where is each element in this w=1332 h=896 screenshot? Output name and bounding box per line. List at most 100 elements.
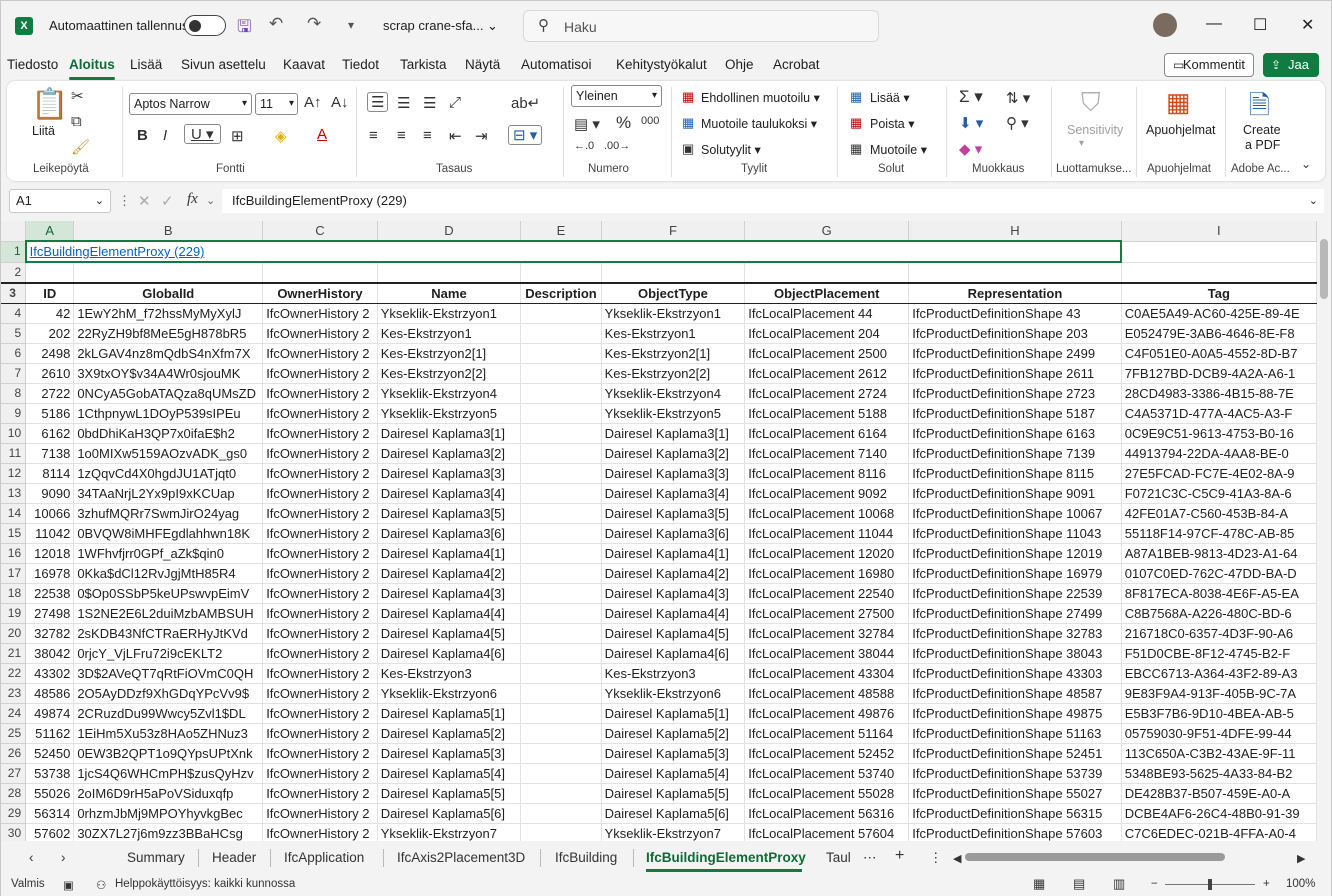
- cell[interactable]: Dairesel Kaplama3[6]: [601, 523, 746, 544]
- cell[interactable]: Kes-Ekstrzyon1: [601, 323, 746, 344]
- sort-filter-icon[interactable]: ⇅ ▾: [1006, 89, 1030, 107]
- cell[interactable]: Dairesel Kaplama4[4]: [377, 603, 522, 624]
- cell[interactable]: IfcProductDefinitionShape 2499: [908, 343, 1122, 364]
- cell[interactable]: 22538: [25, 583, 75, 604]
- cell[interactable]: IfcOwnerHistory 2: [262, 463, 378, 484]
- align-top-icon[interactable]: ☰: [367, 92, 389, 112]
- cell[interactable]: Dairesel Kaplama4[5]: [601, 623, 746, 644]
- format-as-table-button[interactable]: Muotoile taulukoksi ▾: [701, 116, 817, 131]
- cell[interactable]: Dairesel Kaplama4[3]: [377, 583, 522, 604]
- save-icon[interactable]: 🖫: [237, 14, 251, 43]
- row-header[interactable]: 26: [1, 743, 27, 764]
- cell[interactable]: Ykseklik-Ekstrzyon7: [601, 823, 746, 841]
- cell[interactable]: 2oIM6D9rH5aPoVSiduxqfp: [73, 783, 264, 804]
- cell[interactable]: [520, 723, 602, 744]
- cell[interactable]: Dairesel Kaplama4[3]: [601, 583, 746, 604]
- cell[interactable]: [744, 262, 910, 283]
- column-header[interactable]: C: [262, 221, 378, 242]
- menu-ohje[interactable]: Ohje: [725, 57, 754, 72]
- cell[interactable]: 0bdDhiKaH3QP7x0ifaE$h2: [73, 423, 264, 444]
- increase-font-icon[interactable]: A↑: [304, 94, 322, 111]
- cell[interactable]: Ykseklik-Ekstrzyon1: [601, 303, 746, 324]
- row-header[interactable]: 17: [1, 563, 27, 584]
- row-header[interactable]: 20: [1, 623, 27, 644]
- addins-icon[interactable]: ▦: [1166, 87, 1191, 118]
- sheet-tab-ifcapplication[interactable]: IfcApplication: [284, 850, 364, 865]
- font-name-select[interactable]: Aptos Narrow ▾: [129, 93, 252, 115]
- cell[interactable]: 9E83F9A4-913F-405B-9C-7A: [1121, 683, 1317, 704]
- cell[interactable]: IfcProductDefinitionShape 52451: [908, 743, 1122, 764]
- cell[interactable]: Ykseklik-Ekstrzyon5: [377, 403, 522, 424]
- menu-kehitystyokalut[interactable]: Kehitystyökalut: [616, 57, 707, 72]
- cell[interactable]: IfcLocalPlacement 11044: [744, 523, 910, 544]
- row-header[interactable]: 13: [1, 483, 27, 504]
- sheet-options-icon[interactable]: ⋮: [929, 850, 943, 866]
- cell[interactable]: IfcProductDefinitionShape 11043: [908, 523, 1122, 544]
- cell[interactable]: Dairesel Kaplama5[4]: [377, 763, 522, 784]
- file-name[interactable]: scrap crane-sfa... ⌄: [383, 18, 498, 34]
- cell[interactable]: Ykseklik-Ekstrzyon7: [377, 823, 522, 841]
- menu-tiedot[interactable]: Tiedot: [342, 57, 379, 72]
- borders-icon[interactable]: ⊞: [231, 127, 244, 145]
- cell[interactable]: 3D$2AVeQT7qRtFiOVmC0QH: [73, 663, 264, 684]
- cell[interactable]: 34TAaNrjL2Yx9pI9xKCUap: [73, 483, 264, 504]
- italic-icon[interactable]: I: [163, 127, 167, 144]
- format-painter-icon[interactable]: 🖌: [71, 138, 90, 156]
- conditional-format-icon[interactable]: ▦: [682, 89, 694, 105]
- row-header[interactable]: 10: [1, 423, 27, 444]
- cell[interactable]: IfcProductDefinitionShape 6163: [908, 423, 1122, 444]
- cell[interactable]: 16978: [25, 563, 75, 584]
- column-header[interactable]: I: [1121, 221, 1317, 242]
- cell[interactable]: 55026: [25, 783, 75, 804]
- maximize-icon[interactable]: ☐: [1253, 15, 1267, 35]
- page-layout-icon[interactable]: ▤: [1073, 876, 1085, 892]
- cell[interactable]: [520, 343, 602, 364]
- cell[interactable]: Dairesel Kaplama3[5]: [377, 503, 522, 524]
- share-button[interactable]: ⇪ Jaa: [1263, 53, 1319, 77]
- underline-icon[interactable]: U ▾: [184, 124, 221, 144]
- format-table-icon[interactable]: ▦: [682, 115, 694, 131]
- cell[interactable]: [520, 763, 602, 784]
- row-header[interactable]: 4: [1, 303, 27, 324]
- cell[interactable]: [73, 262, 264, 283]
- clear-icon[interactable]: ◆ ▾: [959, 140, 982, 158]
- cell[interactable]: [520, 823, 602, 841]
- insert-function-icon[interactable]: fx: [187, 191, 198, 208]
- cell[interactable]: 12018: [25, 543, 75, 564]
- cell[interactable]: 0rjcY_VjLFru72i9cEKLT2: [73, 643, 264, 664]
- cell[interactable]: IfcProductDefinitionShape 12019: [908, 543, 1122, 564]
- cell[interactable]: IfcLocalPlacement 55028: [744, 783, 910, 804]
- cell[interactable]: IfcProductDefinitionShape 51163: [908, 723, 1122, 744]
- cell[interactable]: 27498: [25, 603, 75, 624]
- cell[interactable]: IfcProductDefinitionShape 56315: [908, 803, 1122, 824]
- increase-decimal-icon[interactable]: ←.0: [574, 140, 594, 152]
- row-header[interactable]: 22: [1, 663, 27, 684]
- cell[interactable]: Dairesel Kaplama3[3]: [601, 463, 746, 484]
- cell[interactable]: IfcLocalPlacement 2500: [744, 343, 910, 364]
- cell[interactable]: E5B3F7B6-9D10-4BEA-AB-5: [1121, 703, 1317, 724]
- row-header[interactable]: 24: [1, 703, 27, 724]
- row-header[interactable]: 28: [1, 783, 27, 804]
- row-header[interactable]: 15: [1, 523, 27, 544]
- cell[interactable]: C4A5371D-477A-4AC5-A3-F: [1121, 403, 1317, 424]
- format-cells-icon[interactable]: ▦: [850, 141, 862, 157]
- cell[interactable]: [520, 563, 602, 584]
- cell[interactable]: IfcProductDefinitionShape 10067: [908, 503, 1122, 524]
- cell[interactable]: 28CD4983-3386-4B15-88-7E: [1121, 383, 1317, 404]
- cell[interactable]: IfcOwnerHistory 2: [262, 343, 378, 364]
- cell[interactable]: 8114: [25, 463, 75, 484]
- comments-button[interactable]: ▭ Kommentit: [1164, 53, 1254, 77]
- cell[interactable]: 22RyZH9bf8MeE5gH878bR5: [73, 323, 264, 344]
- align-left-icon[interactable]: ≡: [369, 127, 378, 144]
- cell[interactable]: Dairesel Kaplama5[2]: [601, 723, 746, 744]
- cell[interactable]: IfcProductDefinitionShape 5187: [908, 403, 1122, 424]
- row-header[interactable]: 6: [1, 343, 27, 364]
- cell-styles-icon[interactable]: ▣: [682, 141, 694, 157]
- cell[interactable]: IfcOwnerHistory 2: [262, 443, 378, 464]
- page-break-icon[interactable]: ▥: [1113, 876, 1125, 892]
- cell[interactable]: [1121, 241, 1317, 263]
- cell[interactable]: IfcOwnerHistory 2: [262, 483, 378, 504]
- column-header[interactable]: B: [73, 221, 264, 242]
- cell[interactable]: Dairesel Kaplama4[2]: [377, 563, 522, 584]
- cell[interactable]: F0721C3C-C5C9-41A3-8A-6: [1121, 483, 1317, 504]
